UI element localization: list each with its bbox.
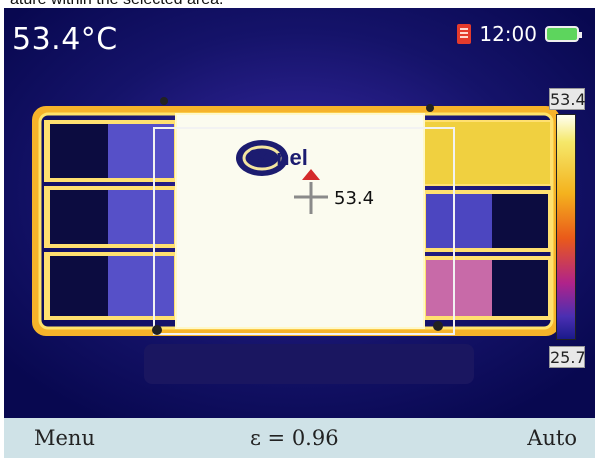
auto-button[interactable]: Auto <box>527 426 577 450</box>
battery-icon <box>545 26 582 42</box>
scale-max-label: 53.4 <box>549 88 586 110</box>
caption-fragment: ature within the selected area. <box>0 0 601 8</box>
emissivity-readout[interactable]: ε = 0.96 <box>250 426 339 450</box>
menu-button[interactable]: Menu <box>34 426 95 450</box>
color-scale-bar <box>556 114 576 340</box>
point-temperature: 53.4 <box>334 188 375 209</box>
thermal-image: Sonel <box>4 8 595 418</box>
clock: 12:00 <box>479 22 537 46</box>
thermal-screen: Sonel 53.4°C 12:00 53.4 25.7 53.4 <box>4 8 595 418</box>
right-vents <box>422 120 552 320</box>
status-bar: 12:00 <box>457 22 582 46</box>
scale-min-label: 25.7 <box>549 346 586 368</box>
caption-text: ature within the selected area. <box>10 0 223 8</box>
bottom-bar: Menu ε = 0.96 Auto <box>4 418 595 458</box>
sd-card-icon <box>457 24 472 44</box>
left-vents <box>44 120 176 320</box>
measured-temperature: 53.4°C <box>12 22 118 57</box>
logo-text: Sonel <box>248 145 308 170</box>
